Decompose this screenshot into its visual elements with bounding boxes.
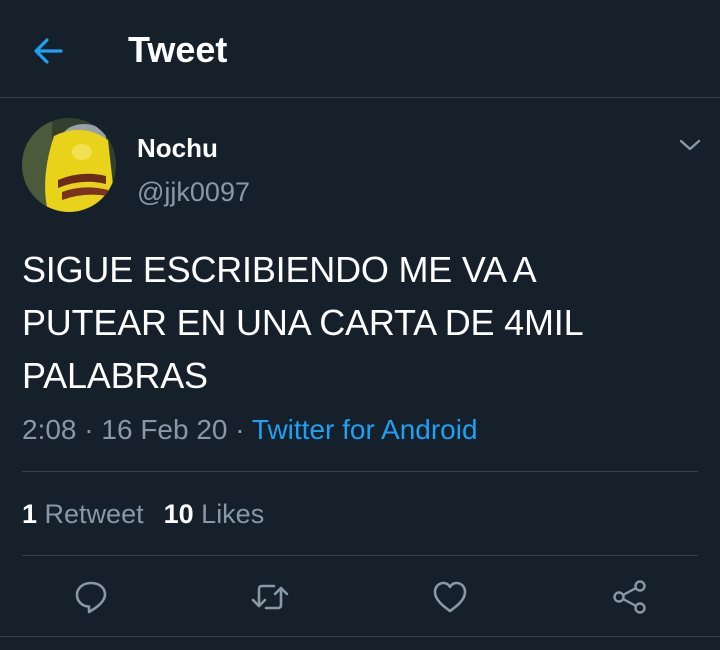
- back-button[interactable]: [30, 33, 66, 69]
- action-bar: [0, 574, 720, 620]
- likes-stat[interactable]: 10 Likes: [164, 499, 265, 529]
- divider: [22, 555, 698, 556]
- divider: [22, 471, 698, 472]
- reply-icon: [75, 581, 107, 614]
- divider: [0, 636, 720, 637]
- like-button[interactable]: [427, 574, 473, 620]
- author-username[interactable]: @jjk0097: [137, 176, 250, 208]
- tweet-time: 2:08: [22, 414, 77, 445]
- tweet-date: 16 Feb 20: [101, 414, 228, 445]
- meta-separator: ·: [235, 414, 245, 445]
- author-display-name[interactable]: Nochu: [137, 133, 218, 163]
- share-icon: [613, 580, 646, 614]
- tweet-meta: 2:08 · 16 Feb 20 · Twitter for Android: [22, 412, 478, 448]
- tweet-detail-screen: Tweet Nochu @jjk0097 SIGUE ESCRIBIENDO M…: [0, 0, 720, 650]
- chevron-down-icon: [679, 139, 701, 151]
- avatar[interactable]: [22, 118, 116, 212]
- tweet-source-link[interactable]: Twitter for Android: [252, 414, 478, 445]
- reply-button[interactable]: [68, 574, 114, 620]
- retweets-count: 1: [22, 499, 38, 529]
- likes-label: Likes: [201, 499, 265, 529]
- tweet-stats: 1 Retweet 10 Likes: [22, 497, 264, 531]
- arrow-left-icon: [34, 38, 63, 64]
- avatar-image: [22, 118, 116, 212]
- more-options-button[interactable]: [676, 133, 704, 157]
- share-button[interactable]: [607, 574, 653, 620]
- likes-count: 10: [163, 499, 194, 529]
- retweets-stat[interactable]: 1 Retweet: [22, 499, 144, 529]
- retweets-label: Retweet: [44, 499, 144, 529]
- retweet-icon: [251, 584, 289, 610]
- heart-icon: [433, 581, 467, 613]
- top-bar: Tweet: [0, 0, 720, 98]
- page-title: Tweet: [128, 29, 228, 70]
- retweet-button[interactable]: [247, 574, 293, 620]
- tweet-text: SIGUE ESCRIBIENDO ME VA A PUTEAR EN UNA …: [22, 249, 584, 396]
- meta-separator: ·: [84, 414, 94, 445]
